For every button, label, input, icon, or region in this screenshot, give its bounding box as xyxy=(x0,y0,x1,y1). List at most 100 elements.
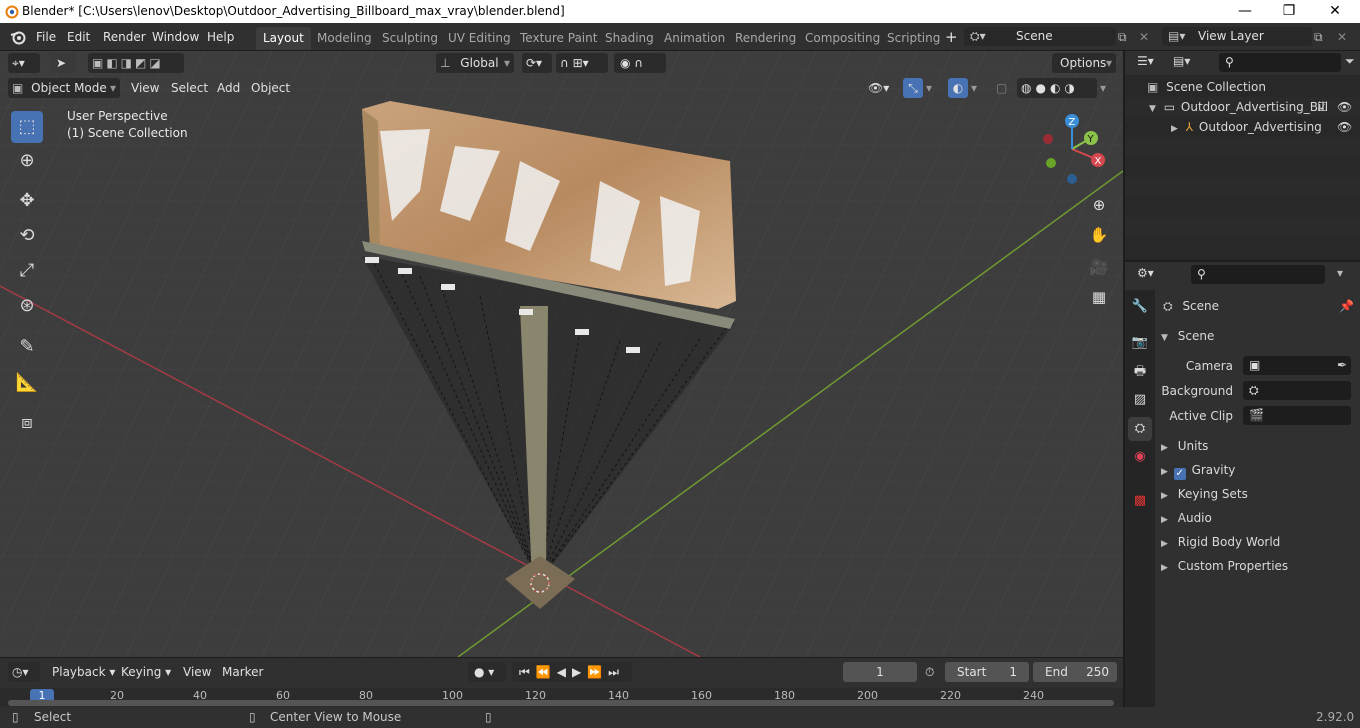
camera-field[interactable]: ▣ ✒ xyxy=(1243,356,1351,375)
scene-selector[interactable]: ⛭▾ Scene xyxy=(964,27,1116,46)
playback-controls[interactable]: ⏮⏪◀▶⏩⏭ xyxy=(512,662,632,682)
expand-arrow-icon[interactable]: ▼ xyxy=(1149,104,1156,114)
select-box-tool[interactable]: ⬚ xyxy=(11,111,43,143)
visibility-eye-icon[interactable]: 👁▾ xyxy=(868,78,889,98)
output-tab-icon[interactable]: 🖶 xyxy=(1128,360,1152,384)
tab-texture-paint[interactable]: Texture Paint xyxy=(513,27,604,50)
tab-shading[interactable]: Shading xyxy=(598,27,661,50)
start-frame-field[interactable]: Start 1 xyxy=(945,662,1029,682)
timeline-menu-keying[interactable]: Keying ▾ xyxy=(121,662,171,682)
menu-render[interactable]: Render xyxy=(103,28,146,47)
view-layer-tab-icon[interactable]: ▨ xyxy=(1128,388,1152,412)
gizmo-toggle-button[interactable]: ⤡ xyxy=(903,78,923,98)
outliner-row-collection[interactable]: ▼ ▭ Outdoor_Advertising_Bill ☑ 👁 xyxy=(1125,97,1360,117)
panel-units[interactable]: ▶ Units xyxy=(1161,436,1355,456)
end-frame-field[interactable]: End 250 xyxy=(1033,662,1117,682)
tab-rendering[interactable]: Rendering xyxy=(728,27,803,50)
properties-editor-type-icon[interactable]: ⚙▾ xyxy=(1137,266,1154,280)
stopwatch-icon[interactable]: ⏱ xyxy=(925,662,934,682)
add-workspace-icon[interactable]: + xyxy=(945,28,958,47)
timeline-scrollbar[interactable] xyxy=(8,700,1114,706)
eyedropper-icon[interactable]: ✒ xyxy=(1337,356,1347,375)
snap-button[interactable]: ∩ ⊞▾ xyxy=(556,53,608,73)
timeline-menu-marker[interactable]: Marker xyxy=(222,662,263,682)
render-tab-icon[interactable]: 📷 xyxy=(1128,331,1152,355)
chevron-down-icon[interactable]: ▾ xyxy=(1100,78,1106,98)
panel-custom-properties[interactable]: ▶ Custom Properties xyxy=(1161,556,1355,576)
zoom-icon[interactable]: ⊕ xyxy=(1086,192,1112,218)
maximize-button[interactable]: ❐ xyxy=(1266,0,1312,23)
background-scene-field[interactable]: ⛭ xyxy=(1243,381,1351,400)
menu-file[interactable]: File xyxy=(36,28,56,47)
tool-tab-icon[interactable]: 🔧 xyxy=(1128,295,1152,319)
view-layer-selector[interactable]: ▤▾ View Layer xyxy=(1162,27,1312,46)
panel-gravity[interactable]: ▶ ✓ Gravity xyxy=(1161,460,1355,480)
chevron-down-icon[interactable]: ▾ xyxy=(971,78,977,98)
tab-layout[interactable]: Layout xyxy=(256,27,311,50)
menu-window[interactable]: Window xyxy=(152,28,199,47)
pan-hand-icon[interactable]: ✋ xyxy=(1086,222,1112,248)
menu-edit[interactable]: Edit xyxy=(67,28,90,47)
current-frame-field[interactable]: 1 xyxy=(843,662,917,682)
viewport-menu-object[interactable]: Object xyxy=(251,78,290,98)
proportional-edit-button[interactable]: ◉ ∩ xyxy=(614,53,666,73)
tab-sculpting[interactable]: Sculpting xyxy=(375,27,445,50)
properties-search-input[interactable]: ⚲ xyxy=(1191,265,1325,284)
selection-mode-group[interactable]: ▣◧◨◩◪ xyxy=(88,53,184,73)
viewport-menu-select[interactable]: Select xyxy=(171,78,208,98)
outliner-row-object[interactable]: ▶ ⅄ Outdoor_Advertising 👁 xyxy=(1125,117,1360,137)
scene-tab-icon[interactable]: ⛭ xyxy=(1128,417,1152,441)
add-cube-tool[interactable]: ⧈ xyxy=(11,407,43,439)
outliner-search-input[interactable]: ⚲ xyxy=(1219,53,1341,72)
tool-select-button[interactable]: ➤ xyxy=(50,53,76,73)
tab-scripting[interactable]: Scripting xyxy=(880,27,947,50)
gravity-checkbox[interactable]: ✓ xyxy=(1173,468,1186,480)
texture-tab-icon[interactable]: ▩ xyxy=(1128,489,1152,513)
remove-view-layer-icon[interactable]: ✕ xyxy=(1337,28,1347,47)
navigation-gizmo[interactable]: X Y Z xyxy=(1035,109,1115,189)
filter-icon[interactable]: ⏷ xyxy=(1345,54,1355,69)
tab-compositing[interactable]: Compositing xyxy=(798,27,887,50)
annotate-tool[interactable]: ✎ xyxy=(11,331,43,363)
measure-tool[interactable]: 📐 xyxy=(11,367,43,399)
panel-keying-sets[interactable]: ▶ Keying Sets xyxy=(1161,484,1355,504)
pivot-point-button[interactable]: ⟳▾ xyxy=(522,53,552,73)
neg-y-handle[interactable] xyxy=(1046,158,1056,168)
active-clip-field[interactable]: 🎬 xyxy=(1243,406,1351,425)
move-tool[interactable]: ✥ xyxy=(11,185,43,217)
transform-orientation-select[interactable]: ⊥ Global ▾ xyxy=(436,53,514,73)
checkbox-icon[interactable]: ☑ xyxy=(1317,97,1328,117)
timeline-ruler[interactable]: 1 20 40 60 80 100 120 140 160 180 200 220 240 xyxy=(0,688,1123,707)
blender-menu-icon[interactable] xyxy=(9,28,27,46)
timeline-menu-view[interactable]: View xyxy=(183,662,211,682)
transform-tool[interactable]: ⊛ xyxy=(11,290,43,322)
panel-scene-header[interactable]: ▼ Scene xyxy=(1161,326,1355,346)
neg-z-handle[interactable] xyxy=(1067,174,1077,184)
chevron-down-icon[interactable]: ▾ xyxy=(1337,266,1343,280)
tab-modeling[interactable]: Modeling xyxy=(310,27,379,50)
3d-viewport[interactable]: ⌖▾ ➤ ▣◧◨◩◪ ⊥ Global ▾ ⟳▾ ∩ ⊞▾ ◉ ∩ Option… xyxy=(0,51,1123,657)
auto-keying-button[interactable]: ● ▾ xyxy=(468,662,506,682)
world-tab-icon[interactable]: ◉ xyxy=(1128,445,1152,469)
new-scene-icon[interactable]: ⧉ xyxy=(1118,28,1127,47)
rotate-tool[interactable]: ⟲ xyxy=(11,220,43,252)
viewport-menu-add[interactable]: Add xyxy=(217,78,240,98)
camera-view-icon[interactable]: 🎥 xyxy=(1086,254,1112,280)
menu-help[interactable]: Help xyxy=(207,28,234,47)
mode-select[interactable]: ▣ Object Mode ▾ xyxy=(8,78,120,98)
chevron-down-icon[interactable]: ▾ xyxy=(926,78,932,98)
ortho-grid-icon[interactable]: ▦ xyxy=(1086,284,1112,310)
display-mode-icon[interactable]: ▤▾ xyxy=(1173,54,1190,68)
editor-type-button[interactable]: ⌖▾ xyxy=(8,53,40,73)
panel-audio[interactable]: ▶ Audio xyxy=(1161,508,1355,528)
tab-animation[interactable]: Animation xyxy=(657,27,732,50)
overlays-toggle-button[interactable]: ◐ xyxy=(948,78,968,98)
new-view-layer-icon[interactable]: ⧉ xyxy=(1314,28,1323,47)
expand-arrow-icon[interactable]: ▶ xyxy=(1171,124,1178,134)
shading-mode-group[interactable]: ◍●◐◑ xyxy=(1017,78,1097,98)
timeline-editor-type[interactable]: ◷▾ xyxy=(8,662,40,682)
cursor-tool[interactable]: ⊕ xyxy=(11,145,43,177)
panel-rigid-body-world[interactable]: ▶ Rigid Body World xyxy=(1161,532,1355,552)
scale-tool[interactable]: ⤢ xyxy=(11,255,43,287)
tab-uv-editing[interactable]: UV Editing xyxy=(441,27,518,50)
